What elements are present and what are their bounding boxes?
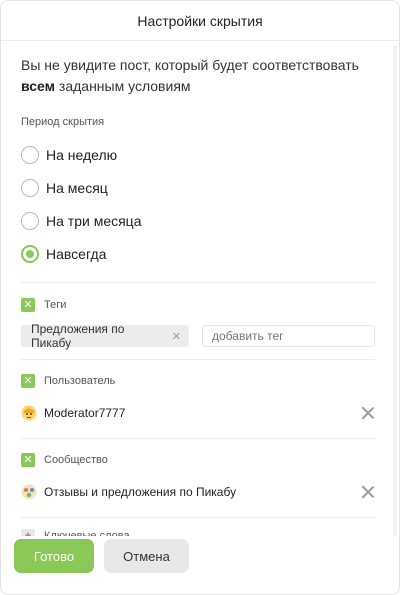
remove-community-icon[interactable]: [361, 485, 375, 499]
period-option-week[interactable]: На неделю: [21, 138, 375, 171]
community-filter-toggle[interactable]: ✕ Сообщество: [21, 446, 375, 474]
divider: [21, 438, 375, 439]
done-button[interactable]: Готово: [14, 539, 94, 573]
tag-chip: Предложения по Пикабу ✕: [21, 322, 189, 350]
community-item: Отзывы и предложения по Пикабу: [21, 479, 375, 505]
dialog-title: Настройки скрытия: [137, 12, 263, 29]
intro-bold: всем: [21, 78, 56, 94]
hide-settings-dialog: Настройки скрытия Вы не увидите пост, ко…: [0, 0, 400, 595]
period-label: Период скрытия: [21, 116, 105, 128]
moderator-avatar-icon: [21, 405, 37, 421]
period-option-three-months[interactable]: На три месяца: [21, 204, 375, 237]
checkbox-checked-icon[interactable]: ✕: [21, 298, 35, 312]
radio-button[interactable]: [21, 178, 39, 197]
checkbox-checked-icon[interactable]: ✕: [21, 374, 35, 388]
remove-user-icon[interactable]: [361, 406, 375, 420]
radio-button[interactable]: [21, 145, 39, 164]
dialog-header: Настройки скрытия: [1, 1, 399, 41]
dialog-body: Вы не увидите пост, который будет соотве…: [1, 55, 399, 550]
period-option-forever[interactable]: Навсегда: [21, 237, 375, 270]
user-filter-toggle[interactable]: ✕ Пользователь: [21, 367, 375, 395]
tag-remove-icon[interactable]: ✕: [172, 330, 181, 343]
divider: [21, 359, 375, 360]
cancel-button[interactable]: Отмена: [104, 539, 189, 573]
dialog-footer: Готово Отмена: [1, 536, 399, 594]
user-item: Moderator7777: [21, 400, 375, 426]
add-tag-input[interactable]: [202, 325, 375, 347]
tags-row: Предложения по Пикабу ✕: [21, 322, 375, 350]
divider: [21, 282, 375, 283]
checkbox-checked-icon[interactable]: ✕: [21, 453, 35, 467]
user-name: Moderator7777: [44, 406, 126, 420]
tags-filter-toggle[interactable]: ✕ Теги: [21, 291, 375, 319]
intro-text: Вы не увидите пост, который будет соотве…: [21, 57, 359, 94]
period-option-month[interactable]: На месяц: [21, 171, 375, 204]
community-name: Отзывы и предложения по Пикабу: [44, 485, 237, 499]
divider: [21, 517, 375, 518]
community-avatar-icon: [21, 484, 37, 500]
radio-button[interactable]: [21, 211, 39, 230]
period-radio-group: На неделю На месяц На три месяца Навсегд…: [21, 138, 375, 270]
radio-button-selected[interactable]: [21, 244, 39, 263]
